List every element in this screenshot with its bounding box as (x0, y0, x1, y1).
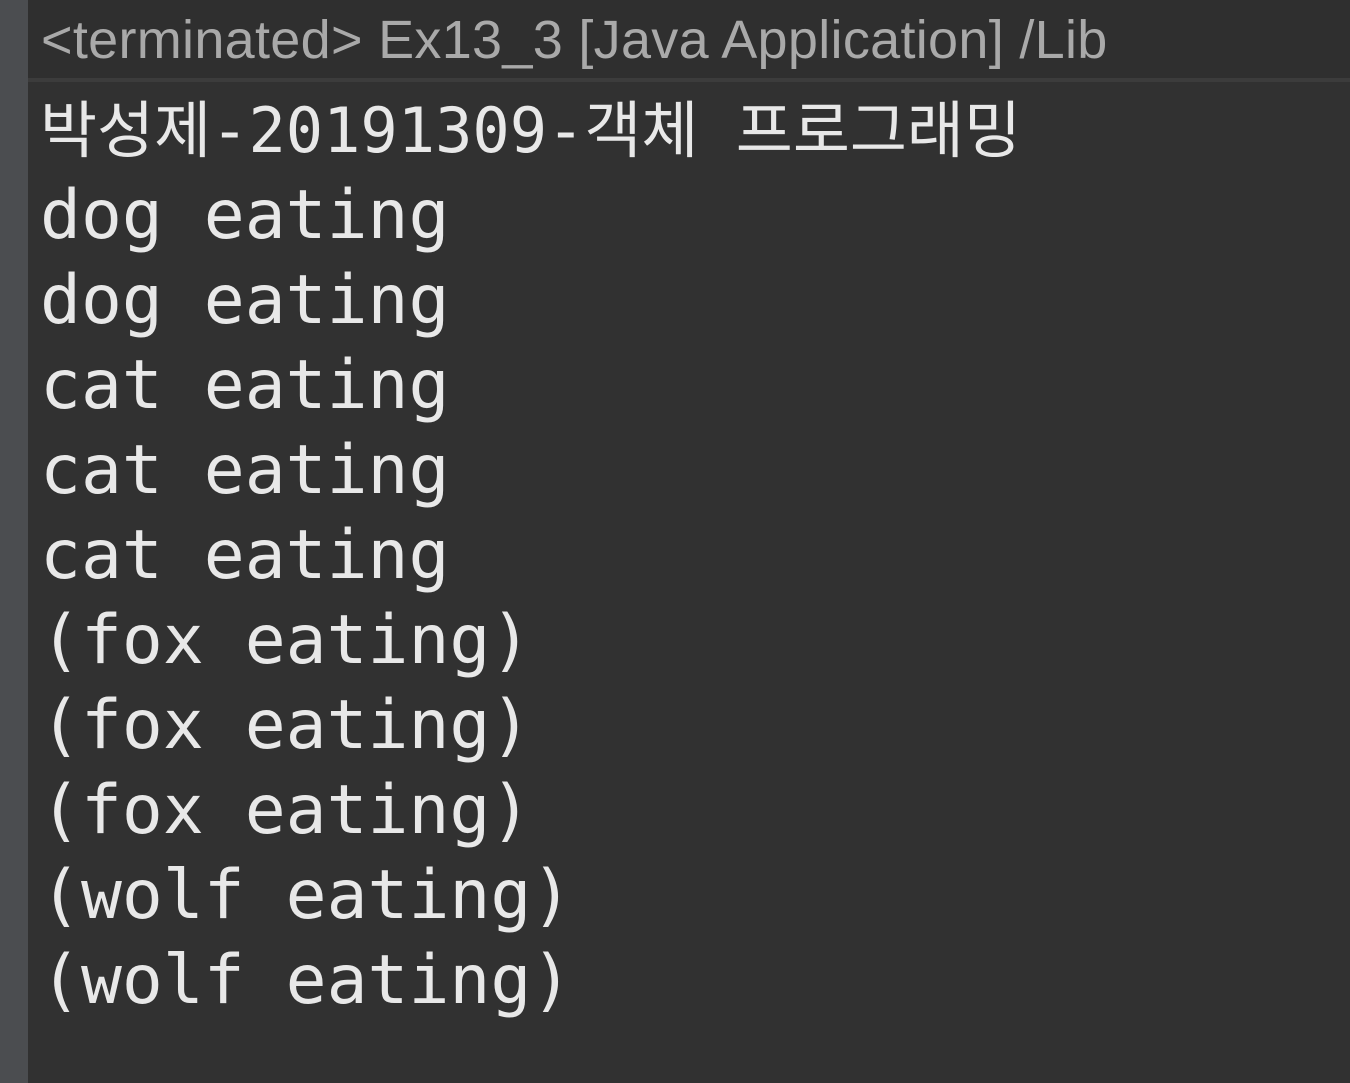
console-view: <terminated> Ex13_3 [Java Application] /… (0, 0, 1350, 1083)
output-line: cat eating (40, 516, 450, 595)
output-line: dog eating (40, 176, 450, 255)
output-line: (fox eating) (40, 686, 532, 765)
output-line: (wolf eating) (40, 941, 573, 1020)
output-line: (wolf eating) (40, 856, 573, 935)
output-line: (fox eating) (40, 771, 532, 850)
output-line: (fox eating) (40, 601, 532, 680)
console-gutter (0, 0, 28, 1083)
output-line: cat eating (40, 431, 450, 510)
output-line: cat eating (40, 346, 450, 425)
output-line: 박성제-20191309-객체 프로그래밍 (40, 94, 1021, 167)
console-header: <terminated> Ex13_3 [Java Application] /… (28, 0, 1350, 82)
console-output[interactable]: 박성제-20191309-객체 프로그래밍 dog eating dog eat… (40, 88, 1340, 1023)
output-line: dog eating (40, 261, 450, 340)
process-status-label: <terminated> Ex13_3 [Java Application] /… (41, 10, 1108, 70)
